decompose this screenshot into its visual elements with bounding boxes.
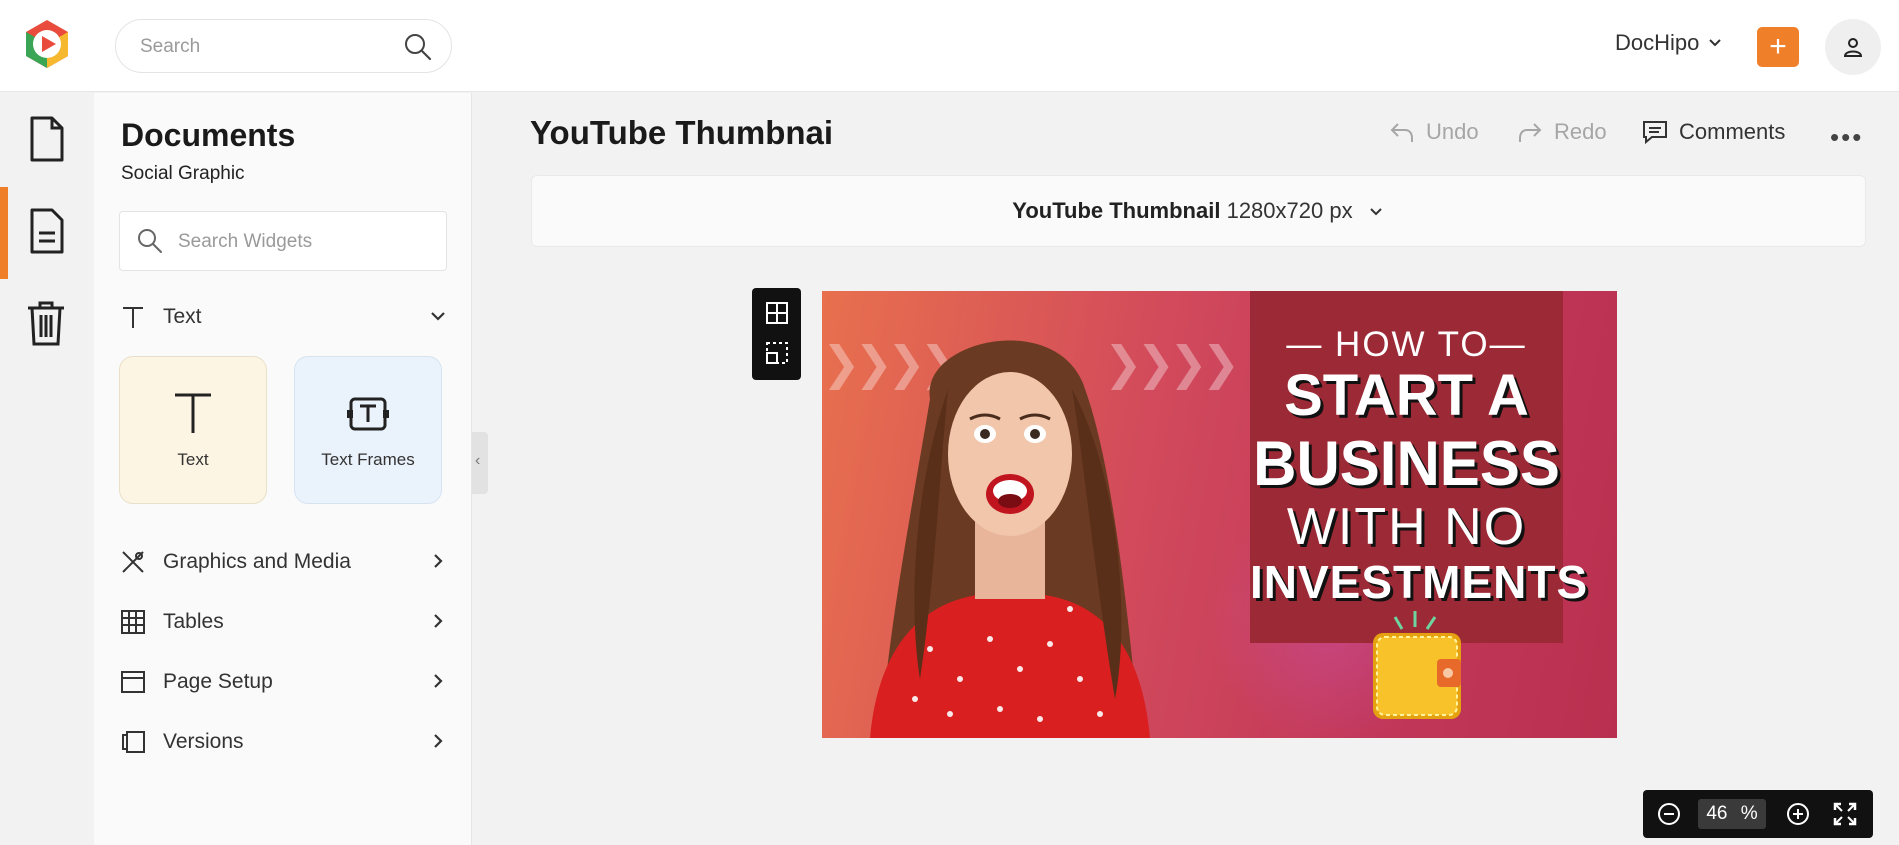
size-dimensions: 1280x720 px bbox=[1226, 198, 1353, 223]
woman-photo-image bbox=[870, 340, 1150, 738]
chevron-right-icon bbox=[434, 554, 443, 568]
section-tables[interactable]: Tables bbox=[119, 602, 449, 642]
chevron-down-icon bbox=[431, 312, 445, 321]
chevron-down-icon bbox=[1709, 39, 1722, 47]
document-title[interactable]: YouTube Thumbnai bbox=[530, 114, 845, 152]
user-icon bbox=[1843, 38, 1863, 57]
more-options-icon[interactable]: ••• bbox=[1830, 122, 1863, 153]
section-graphics-and-media[interactable]: Graphics and Media bbox=[119, 542, 449, 582]
section-label: Versions bbox=[163, 730, 244, 753]
select-area-icon[interactable] bbox=[764, 340, 790, 366]
redo-button[interactable]: Redo bbox=[1516, 118, 1607, 146]
pen-tool-icon bbox=[119, 548, 147, 576]
text-widget-tile[interactable]: Text bbox=[119, 356, 267, 504]
active-indicator bbox=[0, 187, 8, 279]
left-rail bbox=[0, 93, 94, 845]
collapse-panel-handle[interactable]: ‹ bbox=[472, 432, 488, 494]
headline-line-5: INVESTMENTS bbox=[1250, 556, 1589, 608]
headline-line-3: BUSINESS bbox=[1253, 428, 1560, 499]
page-setup-icon bbox=[119, 668, 147, 696]
page-size-dropdown[interactable]: YouTube Thumbnail 1280x720 px bbox=[531, 175, 1866, 247]
undo-label: Undo bbox=[1426, 119, 1479, 144]
file-text-icon bbox=[30, 208, 64, 254]
wallet-icon bbox=[1373, 611, 1461, 719]
text-frame-icon bbox=[347, 397, 389, 431]
workspace-name: DocHipo bbox=[1615, 30, 1700, 55]
section-versions[interactable]: Versions bbox=[119, 722, 449, 762]
dochipo-logo-icon[interactable] bbox=[22, 18, 72, 70]
trash-icon bbox=[28, 301, 64, 346]
top-header: Search DocHipo + bbox=[0, 0, 1899, 92]
search-icon bbox=[138, 229, 162, 253]
section-label: Graphics and Media bbox=[163, 550, 351, 573]
section-label: Tables bbox=[163, 610, 224, 633]
document-icon bbox=[30, 116, 64, 162]
text-icon bbox=[175, 393, 211, 433]
zoom-value: 46 bbox=[1706, 803, 1728, 824]
panel-subtitle: Social Graphic bbox=[121, 163, 245, 184]
user-avatar-button[interactable] bbox=[1825, 19, 1881, 75]
rail-item-current-document[interactable] bbox=[24, 207, 68, 255]
redo-label: Redo bbox=[1554, 119, 1607, 144]
rail-item-trash[interactable] bbox=[24, 299, 68, 347]
headline-line-2: START A bbox=[1284, 363, 1529, 428]
zoom-out-icon[interactable] bbox=[1657, 802, 1681, 826]
table-icon bbox=[119, 608, 147, 636]
headline-line-4: WITH NO bbox=[1286, 498, 1527, 556]
grid-icon[interactable] bbox=[764, 300, 790, 326]
search-icon[interactable] bbox=[403, 32, 433, 62]
workspace-dropdown[interactable]: DocHipo bbox=[1615, 30, 1723, 56]
panel-title: Documents bbox=[121, 117, 296, 153]
rail-item-documents[interactable] bbox=[24, 115, 68, 163]
chevron-left-icon: ‹ bbox=[475, 452, 481, 469]
chevron-right-icon bbox=[434, 614, 443, 628]
zoom-controls: 46 % bbox=[1643, 790, 1873, 838]
tile-label: Text bbox=[177, 450, 209, 469]
fullscreen-icon[interactable] bbox=[1832, 801, 1858, 827]
widgets-panel: Documents Social Graphic Search Widgets … bbox=[94, 93, 472, 845]
zoom-level-input[interactable]: 46 % bbox=[1698, 799, 1766, 829]
section-label: Text bbox=[163, 305, 202, 328]
redo-icon bbox=[1519, 123, 1542, 142]
chevron-right-icon bbox=[434, 734, 443, 748]
size-name: YouTube Thumbnail bbox=[1012, 198, 1221, 223]
section-page-setup[interactable]: Page Setup bbox=[119, 662, 449, 702]
zoom-unit: % bbox=[1740, 803, 1758, 824]
chevron-right-icon bbox=[434, 674, 443, 688]
canvas-mini-toolbar bbox=[752, 288, 801, 380]
comments-label: Comments bbox=[1679, 119, 1786, 144]
widget-search-placeholder: Search Widgets bbox=[178, 231, 313, 252]
zoom-in-icon[interactable] bbox=[1786, 802, 1810, 826]
comments-button[interactable]: Comments bbox=[1641, 118, 1785, 146]
global-search-input[interactable]: Search bbox=[115, 19, 452, 73]
undo-button[interactable]: Undo bbox=[1388, 118, 1479, 146]
text-frames-widget-tile[interactable]: Text Frames bbox=[294, 356, 442, 504]
create-new-button[interactable]: + bbox=[1757, 27, 1799, 67]
headline-line-1: — HOW TO— bbox=[1286, 325, 1527, 364]
headline-panel[interactable]: — HOW TO— START A BUSINESS WITH NO INVES… bbox=[1250, 291, 1589, 643]
tile-label: Text Frames bbox=[321, 450, 415, 469]
comment-icon bbox=[1643, 121, 1667, 145]
section-label: Page Setup bbox=[163, 670, 273, 693]
search-placeholder: Search bbox=[140, 36, 201, 57]
design-canvas[interactable]: ❯❯❯❯ ❯❯❯❯ — HOW TO— START A BUSINESS WIT… bbox=[822, 291, 1617, 738]
versions-icon bbox=[119, 728, 147, 756]
chevron-down-icon bbox=[1369, 208, 1382, 216]
undo-icon bbox=[1390, 123, 1413, 142]
text-icon bbox=[119, 303, 147, 331]
widget-search-input[interactable]: Search Widgets bbox=[119, 211, 447, 271]
plus-icon: + bbox=[1769, 30, 1787, 63]
section-text[interactable]: Text bbox=[119, 297, 449, 337]
